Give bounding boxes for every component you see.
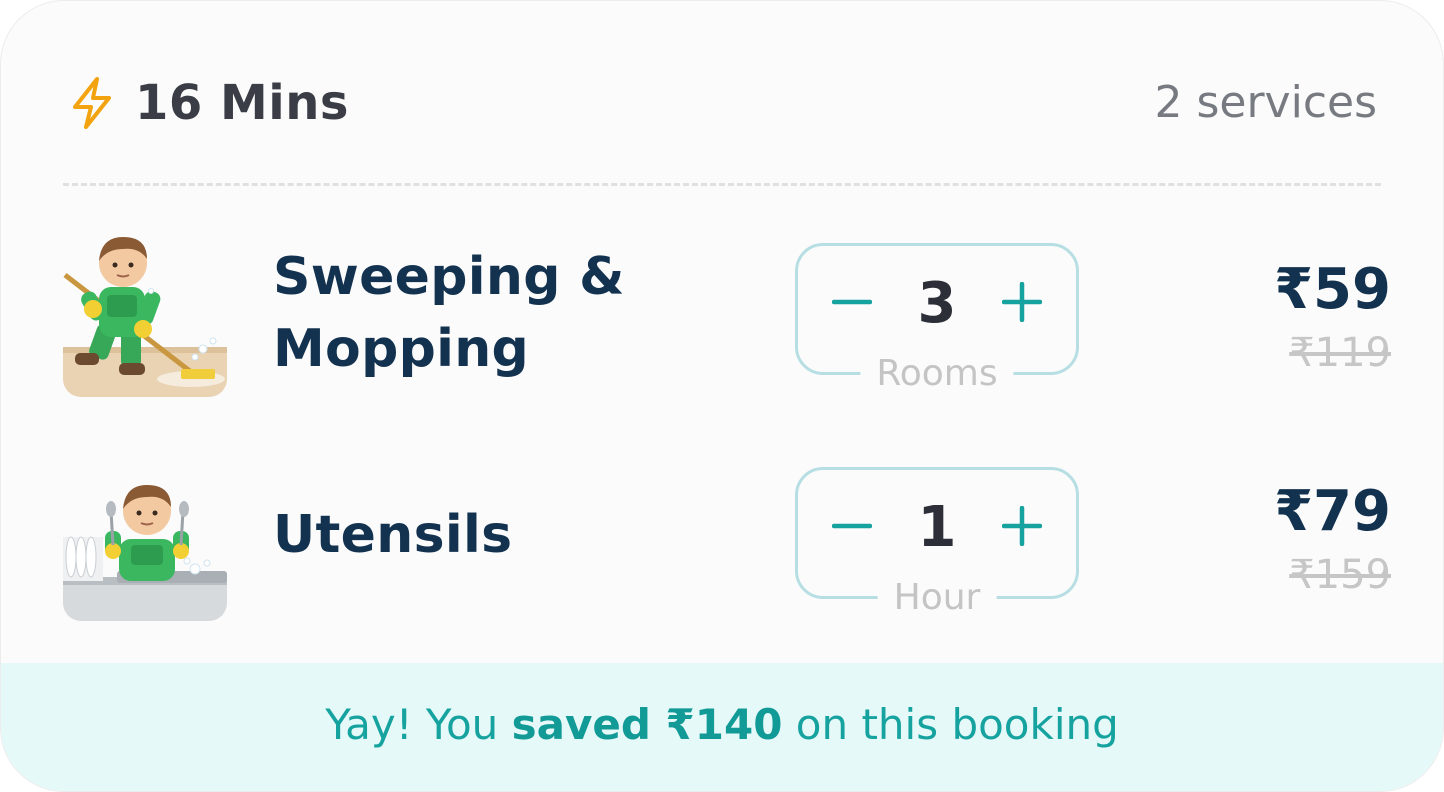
service-name: Sweeping & Mopping: [273, 247, 625, 379]
lightning-bolt-icon: [67, 76, 117, 130]
savings-prefix: Yay! You: [325, 699, 512, 749]
services-count: 2 services: [1154, 77, 1377, 128]
original-price: ₹159: [1289, 552, 1391, 598]
summary-header: 16 Mins 2 services: [67, 63, 1377, 143]
quantity-stepper: 3 Rooms: [795, 243, 1079, 396]
eta-text: 16 Mins: [135, 75, 349, 131]
price-block: ₹59 ₹119: [1274, 255, 1391, 381]
savings-suffix: on this booking: [782, 699, 1119, 749]
quantity-stepper: 1 Hour: [795, 467, 1079, 620]
plus-icon: [1001, 281, 1043, 326]
quantity-unit: Rooms: [860, 352, 1014, 396]
service-row-utensils: Utensils 1 Hour ₹79 ₹159: [1, 457, 1443, 637]
sweeping-mopping-illustration: [63, 229, 227, 397]
price-block: ₹79 ₹159: [1274, 477, 1391, 603]
service-name: Utensils: [273, 505, 513, 565]
savings-banner: Yay! You saved ₹140 on this booking: [1, 663, 1443, 791]
discounted-price: ₹59: [1274, 257, 1391, 322]
eta-indicator: 16 Mins: [67, 63, 349, 143]
quantity-unit: Hour: [877, 576, 997, 620]
service-row-sweeping-mopping: Sweeping & Mopping 3 Rooms ₹59 ₹119: [1, 229, 1443, 409]
discounted-price: ₹79: [1274, 479, 1391, 544]
savings-amount: saved ₹140: [511, 699, 783, 749]
increment-button[interactable]: [990, 272, 1054, 336]
utensils-dishwashing-illustration: [63, 481, 227, 621]
original-price: ₹119: [1289, 330, 1391, 376]
booking-summary-card: 16 Mins 2 services Sweeping & Mopping 3 …: [0, 0, 1444, 792]
plus-icon: [1001, 505, 1043, 550]
increment-button[interactable]: [990, 496, 1054, 560]
dashed-divider: [63, 183, 1381, 186]
